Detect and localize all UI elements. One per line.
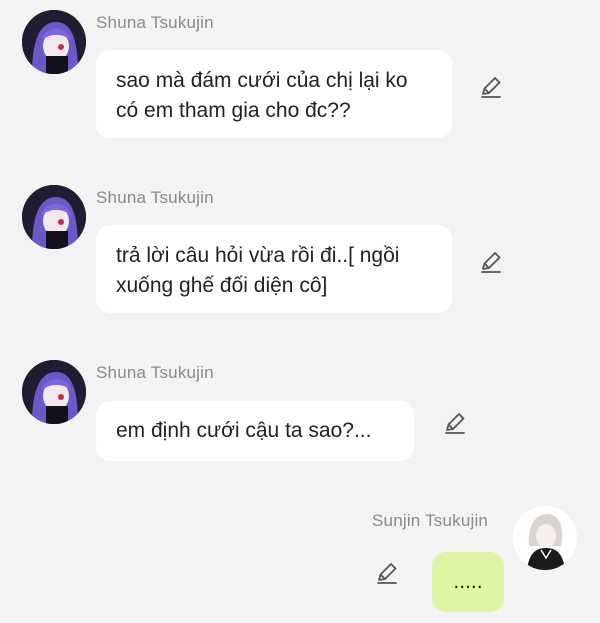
pencil-icon[interactable] — [478, 74, 504, 100]
shuna-avatar[interactable] — [22, 360, 86, 424]
shuna-avatar[interactable] — [22, 10, 86, 74]
message-bubble[interactable]: trả lời câu hỏi vừa rồi đi..[ ngồi xuống… — [96, 225, 452, 313]
sunjin-avatar[interactable] — [513, 506, 577, 570]
pencil-icon[interactable] — [442, 410, 468, 436]
message-bubble-self[interactable]: ..... — [432, 552, 504, 612]
message-bubble[interactable]: em định cưới cậu ta sao?... — [96, 401, 414, 461]
sender-name: Shuna Tsukujin — [96, 363, 214, 382]
message-bubble[interactable]: sao mà đám cưới của chị lại ko có em tha… — [96, 50, 452, 138]
sender-name: Shuna Tsukujin — [96, 188, 214, 207]
pencil-icon[interactable] — [374, 560, 400, 586]
pencil-icon[interactable] — [478, 249, 504, 275]
sender-name: Sunjin Tsukujin — [372, 511, 489, 530]
shuna-avatar[interactable] — [22, 185, 86, 249]
sender-name: Shuna Tsukujin — [96, 13, 214, 32]
